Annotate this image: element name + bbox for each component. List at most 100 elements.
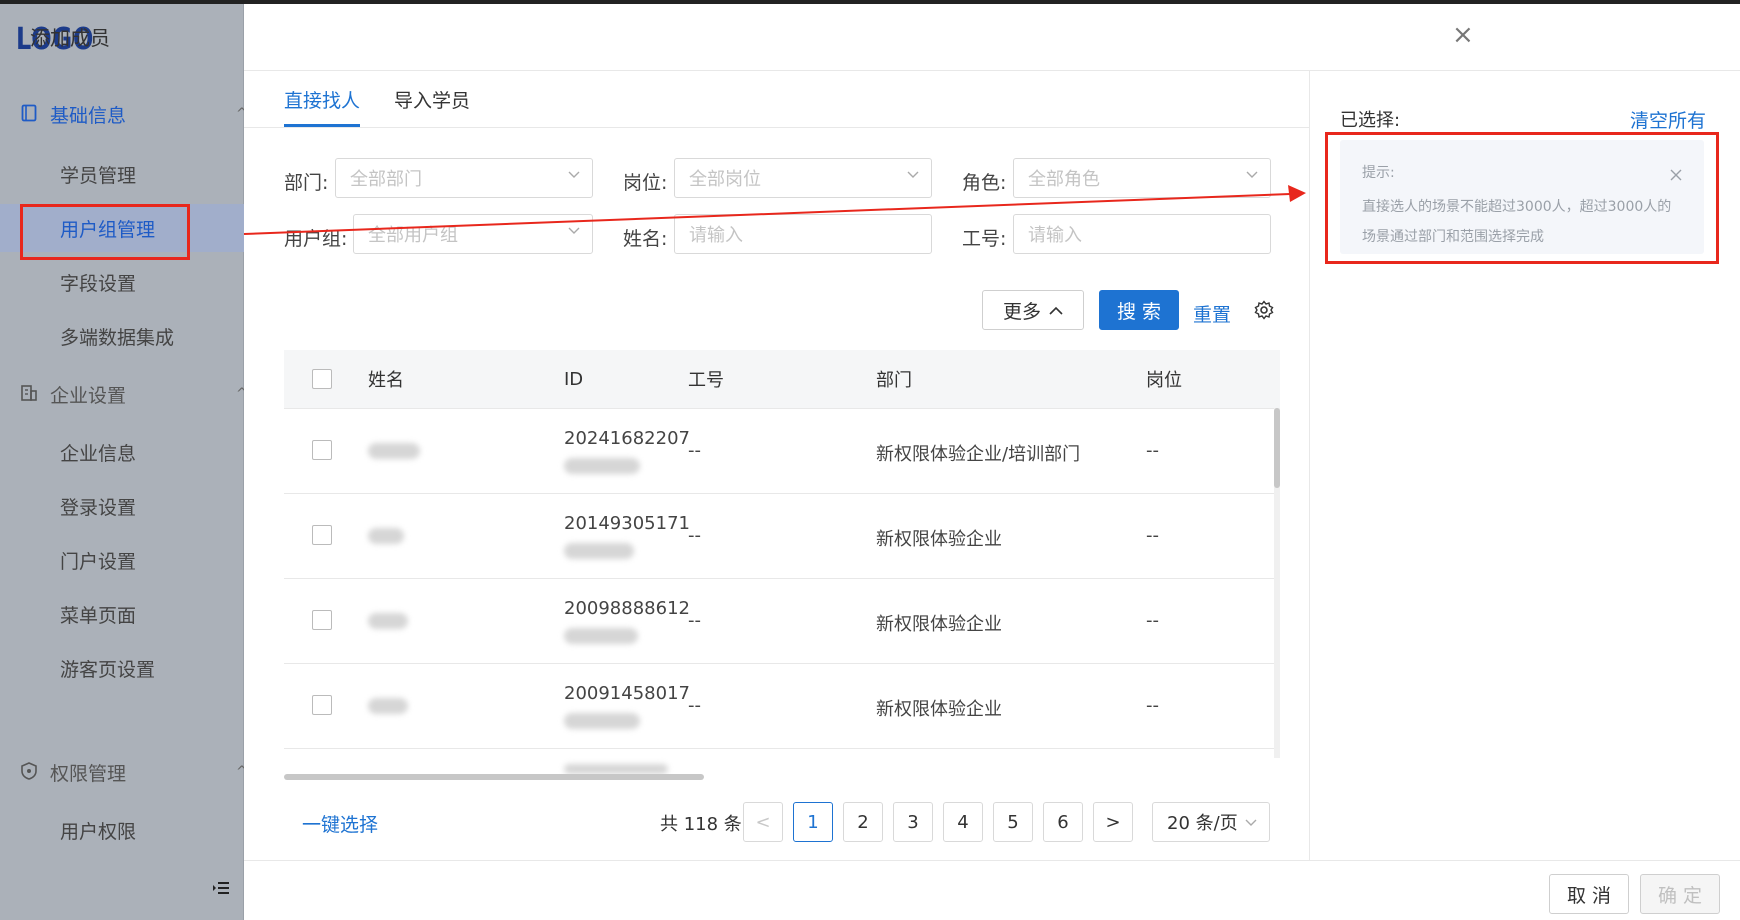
sidebar-group-enterprise-settings[interactable]: 企业设置 ^ bbox=[0, 374, 248, 414]
column-header-name: 姓名 bbox=[368, 370, 404, 391]
select-placeholder: 全部角色 bbox=[1028, 169, 1100, 190]
divider bbox=[244, 860, 1740, 861]
cell-position: -- bbox=[1146, 525, 1159, 546]
filter-label-name: 姓名: bbox=[623, 228, 668, 250]
redacted-id-suffix bbox=[564, 458, 640, 474]
pagination-page-5[interactable]: 5 bbox=[993, 802, 1033, 842]
row-divider bbox=[284, 578, 1280, 579]
cell-id: 20149305171 bbox=[564, 513, 690, 534]
pagination-page-4[interactable]: 4 bbox=[943, 802, 983, 842]
pagination-page-2[interactable]: 2 bbox=[843, 802, 883, 842]
annotation-highlight-sidebar bbox=[20, 204, 190, 260]
sidebar-item-student-management[interactable]: 学员管理 bbox=[0, 150, 244, 198]
more-button[interactable]: 更多 bbox=[982, 290, 1084, 330]
filter-label-position: 岗位: bbox=[623, 172, 668, 194]
partial-row bbox=[564, 764, 668, 774]
redacted-name bbox=[368, 528, 404, 544]
role-select[interactable]: 全部角色 bbox=[1013, 158, 1271, 198]
building-icon bbox=[20, 384, 38, 402]
sidebar-item-data-integration[interactable]: 多端数据集成 bbox=[0, 312, 244, 360]
horizontal-scrollbar-thumb[interactable] bbox=[284, 774, 704, 780]
member-table: 姓名 ID 工号 部门 岗位 20241682207 -- 新权限体验企业/培训… bbox=[284, 350, 1280, 780]
column-header-position: 岗位 bbox=[1146, 370, 1182, 391]
row-checkbox[interactable] bbox=[312, 610, 332, 630]
column-header-id: ID bbox=[564, 368, 584, 390]
pagination-next-button[interactable]: > bbox=[1093, 802, 1133, 842]
cell-id: 20241682207 bbox=[564, 428, 690, 449]
pagination-page-3[interactable]: 3 bbox=[893, 802, 933, 842]
cell-position: -- bbox=[1146, 695, 1159, 716]
sidebar-item-user-permissions[interactable]: 用户权限 bbox=[0, 806, 244, 854]
selected-label: 已选择: bbox=[1340, 110, 1401, 131]
sidebar-item-guest-page-settings[interactable]: 游客页设置 bbox=[0, 644, 244, 692]
pagination-page-1[interactable]: 1 bbox=[793, 802, 833, 842]
filter-label-employee-no: 工号: bbox=[962, 228, 1007, 250]
row-divider bbox=[284, 493, 1280, 494]
cell-employee-no: -- bbox=[688, 610, 701, 631]
position-select[interactable]: 全部岗位 bbox=[674, 158, 932, 198]
sidebar-item-field-settings[interactable]: 字段设置 bbox=[0, 258, 244, 306]
page-size-value: 20 条/页 bbox=[1167, 813, 1238, 834]
cell-employee-no: -- bbox=[688, 525, 701, 546]
redacted-id-suffix bbox=[564, 713, 640, 729]
select-all-checkbox[interactable] bbox=[312, 369, 332, 389]
row-divider bbox=[284, 748, 1280, 749]
redacted-name bbox=[368, 443, 420, 459]
search-button[interactable]: 搜 索 bbox=[1099, 290, 1179, 330]
gear-icon[interactable] bbox=[1254, 300, 1274, 325]
name-input[interactable]: 请输入 bbox=[674, 214, 932, 254]
sidebar-group-basic-info[interactable]: 基础信息 ^ bbox=[0, 94, 248, 134]
row-divider bbox=[284, 408, 1280, 409]
book-icon bbox=[20, 104, 38, 122]
cell-department: 新权限体验企业 bbox=[876, 699, 1002, 720]
department-select[interactable]: 全部部门 bbox=[335, 158, 593, 198]
sidebar-group-label: 基础信息 bbox=[50, 104, 127, 127]
input-placeholder: 请输入 bbox=[689, 225, 743, 246]
annotation-highlight-hint bbox=[1325, 132, 1719, 264]
user-group-select[interactable]: 全部用户组 bbox=[353, 214, 593, 254]
sidebar-item-portal-settings[interactable]: 门户设置 bbox=[0, 536, 244, 584]
menu-collapse-icon[interactable] bbox=[212, 880, 230, 899]
cancel-button[interactable]: 取 消 bbox=[1549, 874, 1629, 914]
sidebar-item-enterprise-info[interactable]: 企业信息 bbox=[0, 428, 244, 476]
sidebar-group-permission-management[interactable]: 权限管理 ^ bbox=[0, 752, 248, 792]
row-checkbox[interactable] bbox=[312, 695, 332, 715]
tab-import-students[interactable]: 导入学员 bbox=[394, 86, 470, 113]
filter-label-role: 角色: bbox=[962, 172, 1007, 194]
page-size-select[interactable]: 20 条/页 bbox=[1152, 802, 1270, 842]
cell-department: 新权限体验企业/培训部门 bbox=[876, 444, 1081, 465]
sidebar-item-login-settings[interactable]: 登录设置 bbox=[0, 482, 244, 530]
divider bbox=[244, 70, 1740, 71]
row-checkbox[interactable] bbox=[312, 440, 332, 460]
pagination-prev-button[interactable]: < bbox=[743, 802, 783, 842]
one-click-select-button[interactable]: 一键选择 bbox=[302, 810, 378, 837]
pagination-page-6[interactable]: 6 bbox=[1043, 802, 1083, 842]
divider bbox=[244, 127, 1309, 128]
filter-label-user-group: 用户组: bbox=[284, 228, 348, 250]
redacted-id-suffix bbox=[564, 543, 634, 559]
chevron-up-icon bbox=[1049, 299, 1063, 321]
cell-position: -- bbox=[1146, 610, 1159, 631]
employee-no-input[interactable]: 请输入 bbox=[1013, 214, 1271, 254]
chevron-down-icon bbox=[568, 224, 580, 236]
row-divider bbox=[284, 663, 1280, 664]
redacted-name bbox=[368, 698, 408, 714]
vertical-scrollbar-thumb[interactable] bbox=[1274, 408, 1280, 488]
input-placeholder: 请输入 bbox=[1028, 225, 1082, 246]
cell-id: 20091458017 bbox=[564, 683, 690, 704]
filter-label-department: 部门: bbox=[284, 172, 329, 194]
cell-employee-no: -- bbox=[688, 695, 701, 716]
reset-button[interactable]: 重置 bbox=[1193, 300, 1231, 327]
clear-all-button[interactable]: 清空所有 bbox=[1630, 106, 1706, 133]
sidebar-group-label: 权限管理 bbox=[50, 762, 127, 785]
sidebar-item-menu-pages[interactable]: 菜单页面 bbox=[0, 590, 244, 638]
redacted-name bbox=[368, 613, 408, 629]
tab-direct-search[interactable]: 直接找人 bbox=[284, 86, 360, 113]
more-button-label: 更多 bbox=[1002, 300, 1041, 323]
row-checkbox[interactable] bbox=[312, 525, 332, 545]
confirm-button[interactable]: 确 定 bbox=[1640, 874, 1720, 914]
cell-position: -- bbox=[1146, 440, 1159, 461]
chevron-down-icon bbox=[907, 168, 919, 180]
close-icon[interactable]: × bbox=[1452, 22, 1474, 48]
cell-employee-no: -- bbox=[688, 440, 701, 461]
